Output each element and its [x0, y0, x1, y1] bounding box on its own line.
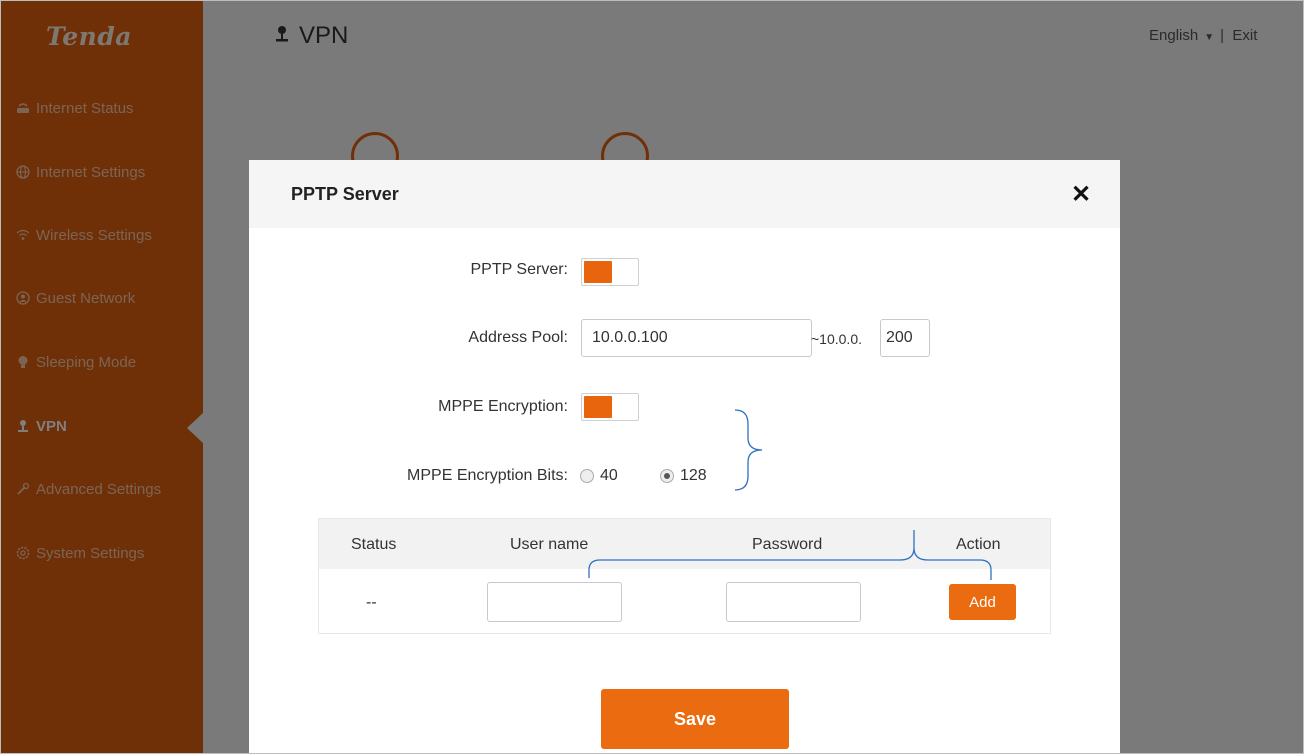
- mppe-bits-40-radio[interactable]: 40: [580, 467, 618, 485]
- radio-unselected-icon: [580, 469, 594, 483]
- radio-label: 128: [680, 467, 707, 484]
- save-button[interactable]: Save: [601, 689, 789, 749]
- mppe-encryption-label: MPPE Encryption:: [438, 398, 568, 415]
- add-user-button[interactable]: Add: [949, 584, 1016, 620]
- mppe-bits-128-radio[interactable]: 128: [660, 467, 707, 485]
- address-pool-end-input[interactable]: [880, 319, 930, 357]
- dialog-title: PPTP Server: [291, 184, 399, 204]
- close-icon[interactable]: ✕: [1071, 180, 1091, 209]
- address-pool-start-input[interactable]: [581, 319, 812, 357]
- radio-selected-icon: [660, 469, 674, 483]
- mppe-bits-label: MPPE Encryption Bits:: [407, 467, 568, 484]
- radio-label: 40: [600, 467, 618, 484]
- address-pool-label: Address Pool:: [468, 329, 568, 346]
- table-header: Status User name Password Action: [319, 519, 1050, 569]
- toggle-on-indicator: [584, 396, 612, 418]
- column-header-username: User name: [510, 536, 589, 553]
- password-input[interactable]: [726, 582, 861, 622]
- dialog-header: PPTP Server ✕: [249, 160, 1120, 228]
- username-input[interactable]: [487, 582, 622, 622]
- address-pool-separator: ~10.0.0.: [811, 331, 862, 347]
- pptp-server-toggle[interactable]: [581, 258, 639, 286]
- pptp-server-label: PPTP Server:: [470, 261, 568, 278]
- pptp-server-dialog: PPTP Server ✕ PPTP Server: Address Pool:…: [249, 160, 1120, 754]
- row-status: --: [366, 594, 377, 611]
- mppe-encryption-toggle[interactable]: [581, 393, 639, 421]
- column-header-status: Status: [351, 536, 397, 553]
- column-header-action: Action: [956, 536, 1001, 553]
- column-header-password: Password: [752, 536, 823, 553]
- user-table: Status User name Password Action -- Add: [318, 518, 1051, 634]
- toggle-on-indicator: [584, 261, 612, 283]
